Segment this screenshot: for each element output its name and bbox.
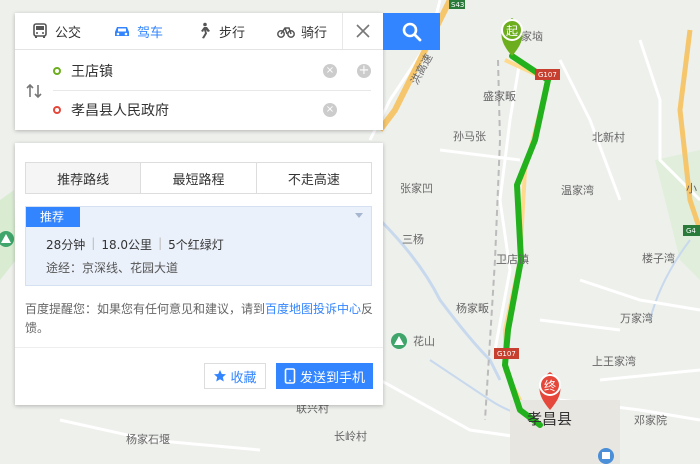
- place-label: 楼子湾: [642, 251, 675, 265]
- route-search-panel: 公交 驾车 步行 骑行 王店镇 × + 孝昌县人民政府 ×: [15, 13, 383, 130]
- svg-text:S43: S43: [451, 1, 464, 9]
- mode-label: 公交: [54, 25, 81, 41]
- place-label: 上王家湾: [592, 354, 636, 368]
- tab-no-highway[interactable]: 不走高速: [255, 163, 371, 193]
- svg-text:G107: G107: [497, 350, 516, 358]
- mode-label: 骑行: [300, 25, 327, 41]
- walk-icon: [200, 22, 210, 39]
- add-waypoint-button[interactable]: +: [357, 64, 371, 78]
- clear-end-button[interactable]: ×: [323, 103, 337, 117]
- route-time: 28分钟: [46, 238, 86, 252]
- shield-g4: G4: [683, 225, 700, 236]
- place-label: 卫店镇: [496, 252, 529, 266]
- bike-icon: [277, 27, 295, 38]
- route-via: 途经：京深线、花园大道: [46, 261, 179, 275]
- caret-down-icon[interactable]: [355, 213, 363, 218]
- end-point-field[interactable]: 孝昌县人民政府 ×: [53, 91, 371, 129]
- feedback-tip: 百度提醒您：如果您有任何意见和建议，请到百度地图投诉中心反馈。: [25, 300, 375, 338]
- search-button[interactable]: [383, 13, 440, 50]
- end-dot-icon: [53, 106, 61, 114]
- mode-bus[interactable]: 公交: [15, 13, 97, 49]
- place-label: 三杨: [402, 232, 424, 246]
- mode-car[interactable]: 驾车: [97, 13, 179, 49]
- place-label: 孙马张: [453, 130, 486, 143]
- search-icon: [402, 22, 421, 41]
- clear-start-button[interactable]: ×: [323, 64, 337, 78]
- close-icon: [356, 24, 370, 38]
- svg-text:终: 终: [544, 378, 556, 393]
- complaint-center-link[interactable]: 百度地图投诉中心: [265, 302, 361, 316]
- start-dot-icon: [53, 67, 61, 75]
- place-label: 邓家院: [634, 413, 667, 427]
- place-label: 北新村: [592, 130, 625, 144]
- mode-bike[interactable]: 骑行: [261, 13, 343, 49]
- government-icon: [598, 448, 614, 464]
- svg-text:起: 起: [506, 24, 518, 38]
- send-label: 发送到手机: [299, 370, 365, 386]
- swap-icon[interactable]: [25, 82, 43, 100]
- place-label: 孝昌县: [527, 410, 572, 428]
- mountain-icon: [391, 333, 407, 349]
- route-lights: 5个红绿灯: [168, 238, 224, 252]
- divider: [15, 347, 383, 348]
- favorite-button[interactable]: 收藏: [204, 363, 266, 389]
- mode-label: 驾车: [136, 25, 163, 41]
- place-label: 万家湾: [620, 311, 653, 325]
- route-distance: 18.0公里: [101, 238, 153, 252]
- bus-icon: [33, 23, 47, 38]
- place-label: 杨家石堰: [126, 432, 170, 446]
- route-plan-card[interactable]: 推荐 28分钟 | 18.0公里 | 5个红绿灯 途经：京深线、花园大道: [25, 206, 372, 286]
- mode-label: 步行: [218, 25, 245, 41]
- svg-text:G107: G107: [538, 71, 557, 79]
- shield-g107-north: G107: [535, 69, 560, 80]
- send-to-phone-button[interactable]: 发送到手机: [276, 363, 373, 389]
- car-icon: [114, 27, 129, 36]
- start-point-field[interactable]: 王店镇 × +: [53, 52, 371, 90]
- place-label: 长岭村: [334, 429, 367, 443]
- place-label: 杨家畈: [456, 301, 489, 315]
- shield-s43: S43: [449, 0, 465, 9]
- place-label: 盛家畈: [483, 89, 516, 103]
- start-point-text: 王店镇: [71, 64, 113, 80]
- close-button[interactable]: [342, 13, 383, 49]
- svg-text:G4: G4: [686, 227, 696, 235]
- recommend-badge: 推荐: [26, 207, 80, 227]
- place-label: 花山: [413, 335, 435, 348]
- phone-icon: [284, 368, 296, 384]
- route-preference-tabs: 推荐路线 最短路程 不走高速: [25, 162, 372, 194]
- route-points: 王店镇 × + 孝昌县人民政府 ×: [15, 50, 383, 130]
- tab-recommended[interactable]: 推荐路线: [26, 163, 141, 193]
- place-label: 小: [686, 182, 697, 195]
- tab-shortest[interactable]: 最短路程: [140, 163, 255, 193]
- route-stats: 28分钟 | 18.0公里 | 5个红绿灯: [46, 236, 224, 252]
- mode-walk[interactable]: 步行: [179, 13, 261, 49]
- shield-g107-south: G107: [494, 348, 519, 359]
- tip-prefix: 百度提醒您：如果您有任何意见和建议，请到: [25, 302, 266, 316]
- route-result-panel: 推荐路线 最短路程 不走高速 推荐 28分钟 | 18.0公里 | 5个红绿灯 …: [15, 143, 383, 405]
- star-icon: [214, 370, 227, 382]
- transport-mode-tabs: 公交 驾车 步行 骑行: [15, 13, 383, 50]
- end-point-text: 孝昌县人民政府: [71, 103, 169, 119]
- favorite-label: 收藏: [230, 370, 257, 386]
- place-label: 张家凹: [400, 181, 433, 195]
- place-label: 温家湾: [561, 183, 594, 197]
